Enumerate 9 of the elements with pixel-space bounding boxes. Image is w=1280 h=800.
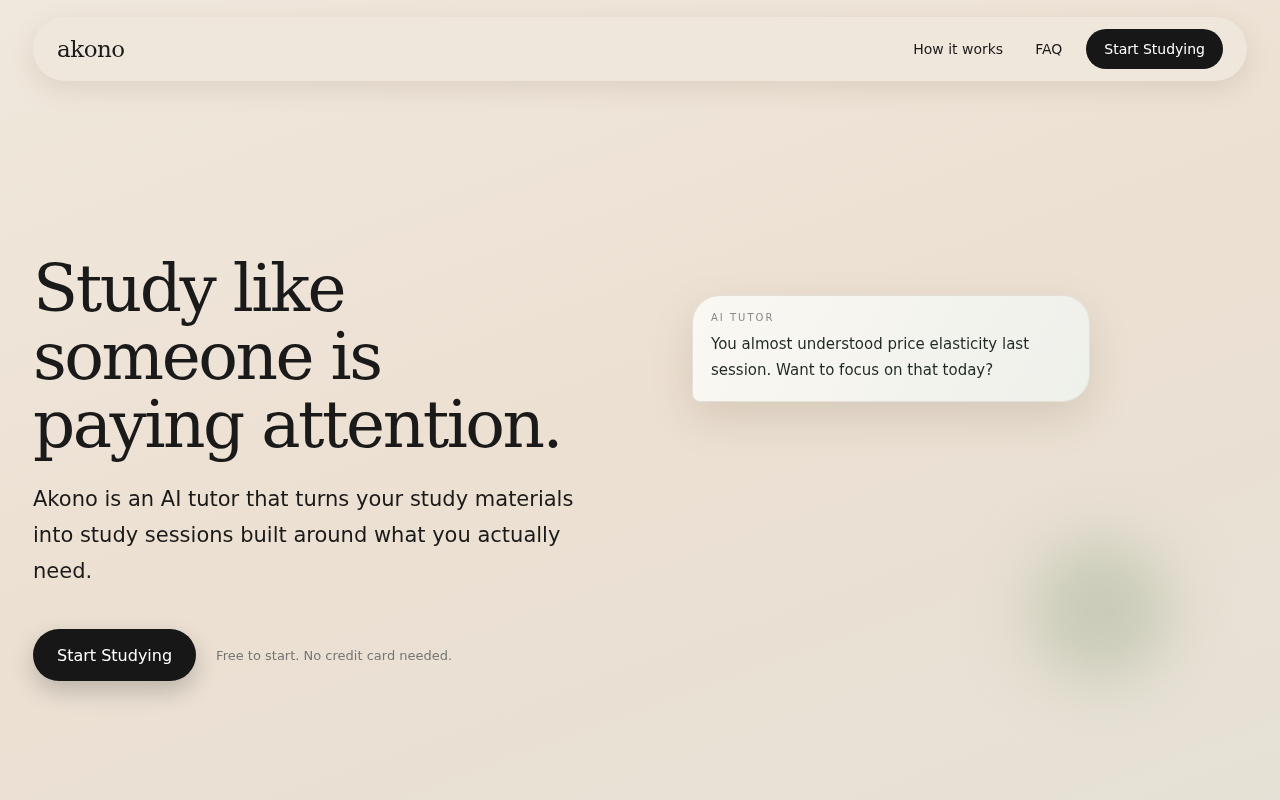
hero-description: Akono is an AI tutor that turns your study materials into study sessions built around what you actually need. <box>33 486 575 585</box>
nav-link[interactable]: FAQ <box>1035 41 1063 57</box>
tutor-message: You almost understood price elasticity last session. Want to focus on that today? <box>711 334 1031 381</box>
hero-note: Free to start. No credit card needed. <box>216 647 453 663</box>
start-studying-button[interactable]: Start Studying <box>33 629 197 681</box>
nav-link[interactable]: How it works <box>913 41 1004 57</box>
start-studying-button[interactable]: Start Studying <box>1086 29 1223 69</box>
card-label: AI TUTOR <box>711 312 776 323</box>
logo[interactable]: akono <box>57 36 125 62</box>
